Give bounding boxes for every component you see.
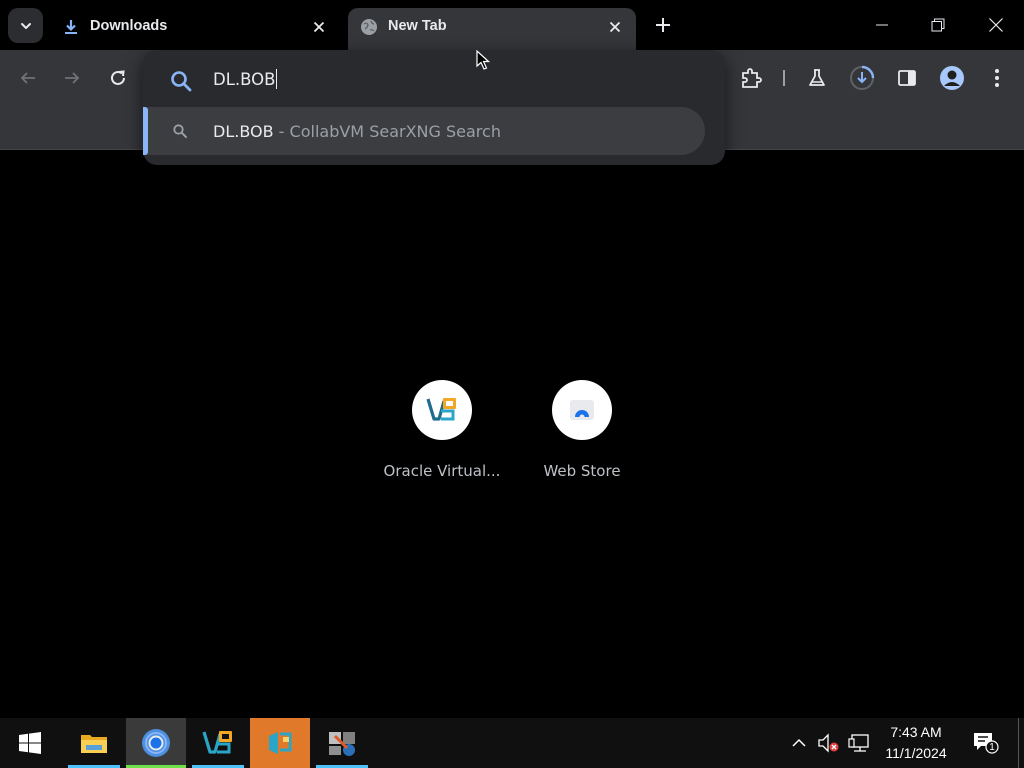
menu-icon bbox=[995, 69, 999, 87]
search-icon bbox=[169, 69, 193, 93]
back-icon bbox=[20, 72, 35, 84]
omnibox-input-value: DL.BOB bbox=[213, 70, 276, 89]
vm-tool-icon bbox=[269, 732, 292, 754]
toolbar-separator bbox=[783, 70, 785, 86]
close-tab-icon[interactable] bbox=[604, 16, 626, 38]
close-icon bbox=[989, 18, 1003, 32]
show-desktop-button[interactable] bbox=[1018, 718, 1019, 768]
globe-icon bbox=[360, 18, 378, 36]
app-icon bbox=[329, 732, 355, 756]
tab-strip: Downloads New Tab bbox=[0, 0, 1024, 50]
forward-icon bbox=[65, 72, 80, 84]
selection-indicator bbox=[143, 107, 148, 155]
side-panel-icon bbox=[898, 70, 916, 86]
download-icon bbox=[62, 18, 80, 36]
new-tab-button[interactable] bbox=[648, 10, 678, 40]
shortcut-web-store[interactable]: Web Store bbox=[517, 380, 647, 480]
taskbar: 7:43 AM 11/1/2024 1 bbox=[0, 718, 1024, 768]
omnibox-input[interactable]: DL.BOB bbox=[213, 69, 278, 89]
taskbar-virtualbox[interactable] bbox=[192, 718, 244, 768]
mouse-cursor-icon bbox=[476, 50, 490, 70]
restore-icon bbox=[931, 18, 945, 32]
search-icon bbox=[172, 123, 188, 139]
profile-icon bbox=[940, 66, 964, 90]
back-button[interactable] bbox=[12, 62, 44, 94]
menu-button[interactable] bbox=[981, 62, 1013, 94]
omnibox-popup: DL.BOB DL.BOB - CollabVM SearXNG Search bbox=[143, 50, 725, 165]
taskbar-file-explorer[interactable] bbox=[68, 718, 120, 768]
volume-button[interactable] bbox=[817, 732, 839, 754]
suggestion-query: DL.BOB bbox=[213, 122, 274, 141]
extensions-button[interactable] bbox=[735, 62, 767, 94]
network-button[interactable] bbox=[848, 732, 870, 754]
minimize-icon bbox=[876, 24, 888, 26]
extensions-icon bbox=[742, 68, 762, 88]
shortcut-label: Web Store bbox=[543, 462, 621, 480]
suggestion-separator: - bbox=[273, 122, 290, 141]
close-window-button[interactable] bbox=[968, 0, 1024, 50]
minimize-button[interactable] bbox=[854, 0, 910, 50]
chevron-down-icon bbox=[20, 22, 31, 29]
chrome-icon bbox=[142, 729, 170, 757]
web-store-icon bbox=[570, 400, 594, 420]
profile-button[interactable] bbox=[936, 62, 968, 94]
file-explorer-icon bbox=[81, 735, 107, 753]
chevron-up-icon bbox=[792, 738, 806, 747]
tab-title: New Tab bbox=[388, 18, 447, 34]
suggestion-engine: CollabVM SearXNG Search bbox=[289, 122, 501, 141]
side-panel-button[interactable] bbox=[891, 62, 923, 94]
virtualbox-icon bbox=[426, 398, 456, 421]
tab-search-button[interactable] bbox=[8, 8, 43, 43]
reload-icon bbox=[111, 70, 125, 85]
taskbar-clock[interactable]: 7:43 AM 11/1/2024 bbox=[874, 722, 958, 764]
close-tab-icon[interactable] bbox=[308, 16, 330, 38]
labs-button[interactable] bbox=[801, 62, 833, 94]
volume-muted-icon bbox=[818, 733, 839, 753]
download-progress-icon bbox=[850, 65, 875, 90]
omnibox-suggestion[interactable]: DL.BOB - CollabVM SearXNG Search bbox=[143, 107, 705, 155]
taskbar-vm-tool[interactable] bbox=[250, 718, 310, 768]
tab-new-tab[interactable]: New Tab bbox=[348, 8, 636, 50]
tab-downloads[interactable]: Downloads bbox=[50, 8, 340, 50]
shortcut-oracle-virtualbox[interactable]: Oracle Virtual... bbox=[377, 380, 507, 480]
clock-time: 7:43 AM bbox=[890, 724, 942, 740]
shortcut-label: Oracle Virtual... bbox=[383, 462, 501, 480]
text-caret bbox=[276, 69, 278, 89]
show-hidden-icons-button[interactable] bbox=[788, 732, 810, 754]
downloads-button[interactable] bbox=[846, 62, 878, 94]
reload-button[interactable] bbox=[102, 62, 134, 94]
tab-title: Downloads bbox=[90, 18, 168, 34]
forward-button[interactable] bbox=[56, 62, 88, 94]
notification-count: 1 bbox=[989, 742, 995, 753]
shortcut-icon bbox=[412, 380, 472, 440]
plus-icon bbox=[656, 18, 670, 32]
action-center-button[interactable]: 1 bbox=[972, 732, 1000, 754]
shortcut-icon bbox=[552, 380, 612, 440]
labs-flask-icon bbox=[809, 69, 825, 86]
restore-button[interactable] bbox=[910, 0, 966, 50]
suggestion-text: DL.BOB - CollabVM SearXNG Search bbox=[213, 122, 501, 141]
start-button[interactable] bbox=[0, 718, 60, 768]
windows-logo-icon bbox=[19, 732, 41, 754]
taskbar-app[interactable] bbox=[316, 718, 368, 768]
taskbar-chrome[interactable] bbox=[126, 718, 186, 768]
clock-date: 11/1/2024 bbox=[885, 745, 947, 761]
virtualbox-icon bbox=[202, 731, 232, 754]
network-icon bbox=[848, 734, 869, 752]
